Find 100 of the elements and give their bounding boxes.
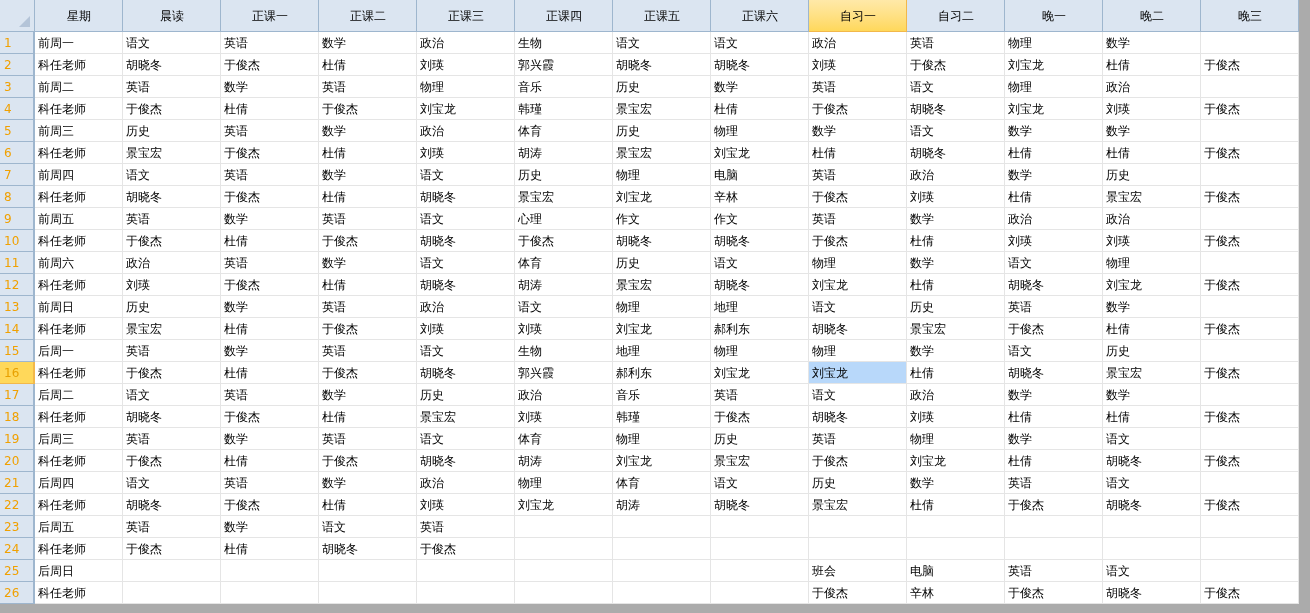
column-header[interactable]: 晚二 [1103,0,1201,32]
table-cell: 杜倩 [907,274,1005,296]
row-header[interactable]: 4 [0,98,35,120]
table-cell: 英语 [1005,296,1103,318]
table-cell: 于俊杰 [1201,362,1299,384]
table-cell: 历史 [417,384,515,406]
table-cell: 杜倩 [711,98,809,120]
table-cell: 地理 [711,296,809,318]
row-header[interactable]: 11 [0,252,35,274]
row-header[interactable]: 15 [0,340,35,362]
column-header[interactable]: 星期 [35,0,123,32]
table-cell: 刘宝龙 [809,362,907,384]
table-cell: 数学 [809,120,907,142]
table-cell: 于俊杰 [123,362,221,384]
table-cell: 杜倩 [1005,406,1103,428]
table-cell: 杜倩 [221,362,319,384]
row-header[interactable]: 18 [0,406,35,428]
row-header[interactable]: 14 [0,318,35,340]
table-cell: 数学 [221,428,319,450]
row-header[interactable]: 25 [0,560,35,582]
row-header[interactable]: 12 [0,274,35,296]
table-cell: 数学 [1005,428,1103,450]
table-cell: 于俊杰 [221,186,319,208]
table-cell: 刘瑛 [907,406,1005,428]
table-cell: 语文 [417,164,515,186]
row-header[interactable]: 23 [0,516,35,538]
table-cell: 数学 [1005,120,1103,142]
table-cell: 杜倩 [907,362,1005,384]
row-header[interactable]: 26 [0,582,35,604]
row-header[interactable]: 17 [0,384,35,406]
table-cell: 前周二 [35,76,123,98]
table-cell: 英语 [221,164,319,186]
table-cell: 刘瑛 [515,406,613,428]
row-header[interactable]: 13 [0,296,35,318]
table-cell: 辛林 [711,186,809,208]
row-header[interactable]: 10 [0,230,35,252]
table-cell: 政治 [515,384,613,406]
table-cell: 杜倩 [221,538,319,560]
table-cell: 杜倩 [319,142,417,164]
table-cell: 政治 [907,384,1005,406]
table-cell: 历史 [1103,340,1201,362]
row-header[interactable]: 2 [0,54,35,76]
row-header[interactable]: 7 [0,164,35,186]
row-header[interactable]: 3 [0,76,35,98]
row-header[interactable]: 8 [0,186,35,208]
column-header[interactable]: 晚一 [1005,0,1103,32]
table-cell: 语文 [123,472,221,494]
table-cell: 后周日 [35,560,123,582]
table-cell: 数学 [907,472,1005,494]
table-cell: 心理 [515,208,613,230]
row-header[interactable]: 21 [0,472,35,494]
table-cell: 刘宝龙 [515,494,613,516]
column-header[interactable]: 自习一 [809,0,907,32]
column-header[interactable]: 晚三 [1201,0,1299,32]
table-cell: 物理 [711,340,809,362]
table-cell: 英语 [907,32,1005,54]
table-cell: 胡晓冬 [123,406,221,428]
table-cell: 郭兴霞 [515,54,613,76]
row-header[interactable]: 22 [0,494,35,516]
row-header[interactable]: 19 [0,428,35,450]
table-cell: 物理 [613,164,711,186]
table-cell: 历史 [907,296,1005,318]
column-header[interactable]: 正课六 [711,0,809,32]
table-cell: 郝利东 [613,362,711,384]
table-cell: 政治 [1103,76,1201,98]
table-cell: 英语 [123,76,221,98]
table-cell: 英语 [319,340,417,362]
row-header[interactable]: 20 [0,450,35,472]
table-cell: 杜倩 [809,142,907,164]
row-header[interactable]: 9 [0,208,35,230]
table-cell: 于俊杰 [1201,450,1299,472]
table-cell: 英语 [1005,560,1103,582]
table-cell: 政治 [809,32,907,54]
row-header[interactable]: 1 [0,32,35,54]
table-cell: 景宝宏 [1103,186,1201,208]
table-cell: 语文 [417,340,515,362]
table-cell: 韩瑾 [515,98,613,120]
select-all-corner-icon[interactable] [19,16,30,27]
column-header[interactable]: 晨读 [123,0,221,32]
table-cell: 政治 [417,472,515,494]
table-cell: 物理 [613,296,711,318]
table-cell: 前周五 [35,208,123,230]
column-header[interactable]: 正课二 [319,0,417,32]
table-cell: 于俊杰 [123,98,221,120]
row-header[interactable]: 6 [0,142,35,164]
table-cell: 杜倩 [221,98,319,120]
table-cell: 于俊杰 [1201,274,1299,296]
table-cell: 科任老师 [35,186,123,208]
column-header[interactable]: 自习二 [907,0,1005,32]
table-cell: 数学 [319,384,417,406]
table-cell: 物理 [711,120,809,142]
column-header[interactable]: 正课五 [613,0,711,32]
column-header[interactable]: 正课四 [515,0,613,32]
column-header[interactable]: 正课三 [417,0,515,32]
row-header[interactable]: 16 [0,362,35,384]
table-cell: 数学 [1103,296,1201,318]
table-cell: 胡晓冬 [711,230,809,252]
row-header[interactable]: 24 [0,538,35,560]
column-header[interactable]: 正课一 [221,0,319,32]
row-header[interactable]: 5 [0,120,35,142]
